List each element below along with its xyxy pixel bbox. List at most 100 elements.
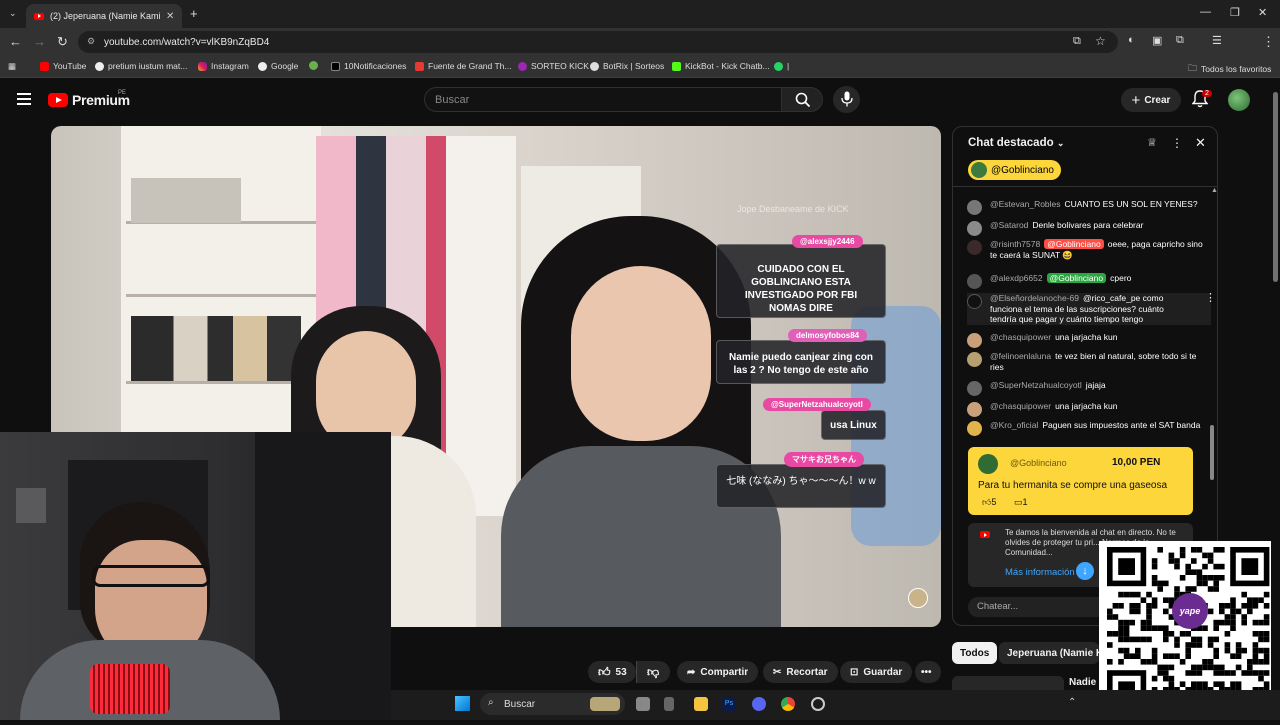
chat-menu-icon[interactable]: ⋮ bbox=[1171, 136, 1183, 150]
bubble-user-tag: @alexsjjy2446 bbox=[792, 235, 863, 248]
chat-message[interactable]: @Kro_oficial Paguen sus impuestos ante el… bbox=[967, 420, 1211, 436]
chat-message-hovered[interactable]: @Elseñordelanoche-69 @rico_cafe_pe como f… bbox=[967, 293, 1216, 325]
extension-2-icon[interactable]: ▣ bbox=[1152, 34, 1162, 47]
bookmark-fuente[interactable]: Fuente de Grand Th... bbox=[415, 61, 511, 71]
crown-icon[interactable]: ♕ bbox=[1147, 136, 1157, 149]
close-tab-icon[interactable]: ✕ bbox=[166, 11, 174, 22]
page-scrollbar[interactable] bbox=[1271, 82, 1280, 690]
chat-message[interactable]: @SuperNetzahualcoyotl jajaja bbox=[967, 380, 1211, 396]
glasses bbox=[92, 565, 210, 587]
bookmark-kickbot[interactable]: KickBot - Kick Chatb... bbox=[672, 61, 770, 71]
search-button[interactable] bbox=[781, 87, 823, 112]
new-tab-icon[interactable]: + bbox=[190, 6, 198, 21]
share-button[interactable]: ➦ Compartir bbox=[677, 661, 759, 683]
share-icon: ➦ bbox=[687, 666, 696, 678]
chat-message[interactable]: @risinth7578 @Goblinciano oeee, paga capri… bbox=[967, 239, 1211, 260]
chat-mode-dropdown[interactable]: Chat destacado ⌄ bbox=[968, 137, 1064, 149]
channel-watermark-icon[interactable] bbox=[908, 588, 928, 608]
dislike-button[interactable]: 👎︎ bbox=[636, 661, 670, 683]
like-button[interactable]: 👍︎ 53 bbox=[588, 661, 636, 683]
forward-icon[interactable]: → bbox=[33, 34, 46, 49]
related-title[interactable]: Nadie bbox=[1069, 677, 1096, 688]
restore-icon[interactable]: ❐ bbox=[1230, 6, 1240, 19]
bookmark-google[interactable]: Google bbox=[258, 61, 298, 71]
back-icon[interactable]: ← bbox=[9, 34, 22, 49]
bookmark-x[interactable]: 10Notificaciones bbox=[331, 61, 406, 71]
extensions-puzzle-icon[interactable]: ⧉ bbox=[1176, 34, 1184, 47]
windows-start-icon[interactable] bbox=[455, 696, 470, 711]
extension-icon[interactable]: ◐ bbox=[1128, 34, 1135, 46]
browser-menu-icon[interactable]: ⋮ bbox=[1262, 34, 1275, 50]
youtube-premium-logo[interactable]: Premium PE bbox=[48, 90, 130, 108]
close-window-icon[interactable]: ✕ bbox=[1258, 6, 1267, 19]
chat-message[interactable]: @alexdp6652 @Goblinciano cpero bbox=[967, 273, 1211, 289]
app-icon[interactable] bbox=[811, 697, 825, 711]
chat-scrollbar[interactable] bbox=[1210, 425, 1214, 480]
super-chat-card[interactable]: @Goblinciano 10,00 PEN Para tu hermanita… bbox=[968, 447, 1193, 515]
discord-icon[interactable] bbox=[752, 697, 766, 711]
folder-icon: 🗀 bbox=[1188, 63, 1198, 73]
chrome-icon[interactable] bbox=[781, 697, 795, 711]
bookmark-pretium[interactable]: pretium iustum mat... bbox=[95, 61, 187, 71]
message-menu-icon[interactable]: ⋮ bbox=[1205, 293, 1216, 304]
apps-grid-icon[interactable]: ▦ bbox=[8, 61, 16, 72]
bookmark-whatsapp[interactable]: | bbox=[774, 61, 789, 71]
related-thumbnail[interactable] bbox=[952, 676, 1064, 690]
install-app-icon[interactable]: ⧉ bbox=[1073, 35, 1081, 48]
scroll-down-icon[interactable]: ↓ bbox=[1076, 562, 1094, 580]
bookmark-instagram[interactable]: Instagram bbox=[198, 61, 249, 71]
chat-message[interactable]: @felinoenlaluna te vez bien al natural, s… bbox=[967, 351, 1211, 372]
bookmark-youtube[interactable]: YouTube bbox=[40, 61, 86, 71]
super-chat-replies[interactable]: ▭1 bbox=[1014, 497, 1028, 508]
instagram-icon bbox=[198, 61, 207, 71]
filter-all-chip[interactable]: Todos bbox=[952, 642, 998, 664]
clip-button[interactable]: ✂ Recortar bbox=[763, 661, 838, 683]
filter-channel-chip[interactable]: Jeperuana (Namie Ka bbox=[999, 642, 1099, 664]
more-actions-button[interactable]: ••• bbox=[915, 661, 941, 683]
create-button[interactable]: + Crear bbox=[1121, 88, 1181, 112]
browser-title-bar: ⌄ (2) Jeperuana (Namie Kamitani) ✕ + — ❐… bbox=[0, 0, 1280, 28]
system-tray-chevron-icon[interactable]: ⌃ bbox=[1068, 697, 1076, 708]
page-scrollbar-thumb[interactable] bbox=[1273, 92, 1278, 282]
url-field[interactable]: ⚙ youtube.com/watch?v=vlKB9nZqBD4 ⧉ ☆ bbox=[78, 31, 1118, 53]
chat-header: Chat destacado ⌄ ♕ ⋮ ✕ @Goblinciano bbox=[953, 127, 1217, 187]
chat-message[interactable]: @Satarod Denle bolivares para celebrar bbox=[967, 220, 1211, 236]
tab-search-icon[interactable]: ☰ bbox=[1212, 34, 1222, 47]
chat-message[interactable]: @chasquipower una jarjacha kun bbox=[967, 401, 1211, 417]
more-info-link[interactable]: Más información bbox=[1005, 567, 1075, 578]
scroll-up-icon[interactable]: ▲ bbox=[1211, 187, 1217, 194]
reload-icon[interactable]: ↻ bbox=[57, 34, 68, 50]
tab-list-chevron-icon[interactable]: ⌄ bbox=[9, 8, 17, 19]
bookmark-sorteo-kick[interactable]: SORTEO KICK bbox=[518, 61, 589, 71]
pinned-user-chip[interactable]: @Goblinciano bbox=[968, 160, 1061, 180]
chat-message[interactable]: @chasquipower una jarjacha kun bbox=[967, 332, 1211, 348]
all-bookmarks[interactable]: 🗀 Todos los favoritos bbox=[1188, 61, 1271, 77]
save-button[interactable]: ⊡ Guardar bbox=[840, 661, 913, 683]
avatar bbox=[967, 294, 982, 309]
overlay-chat-bubble: Namie puedo canjear zing con las 2 ? No … bbox=[716, 340, 886, 384]
super-chat-user: @Goblinciano bbox=[1010, 458, 1067, 468]
chat-message[interactable]: @Estevan_Robles CUANTO ES UN SOL EN YENES… bbox=[967, 199, 1211, 215]
avatar bbox=[978, 454, 998, 474]
task-view-icon[interactable] bbox=[636, 697, 650, 711]
account-avatar[interactable] bbox=[1228, 89, 1250, 111]
menu-hamburger-icon[interactable] bbox=[17, 93, 31, 95]
url-text: youtube.com/watch?v=vlKB9nZqBD4 bbox=[104, 36, 270, 48]
overlay-watermark: Jope Desbaneame de KICK bbox=[737, 204, 849, 214]
super-chat-likes[interactable]: 👍︎5 bbox=[982, 497, 996, 508]
file-explorer-icon[interactable] bbox=[694, 697, 708, 711]
photoshop-icon[interactable]: Ps bbox=[722, 697, 736, 711]
close-chat-icon[interactable]: ✕ bbox=[1195, 135, 1206, 151]
minimize-icon[interactable]: — bbox=[1200, 6, 1211, 18]
search-input[interactable]: Buscar bbox=[424, 87, 782, 112]
taskbar-search[interactable]: ⌕ Buscar bbox=[480, 693, 625, 715]
browser-tab-active[interactable]: (2) Jeperuana (Namie Kamitani) ✕ bbox=[26, 4, 182, 28]
site-info-icon[interactable]: ⚙ bbox=[87, 36, 95, 47]
chevron-down-icon: ⌄ bbox=[1056, 138, 1065, 148]
bookmark-star-icon[interactable]: ☆ bbox=[1095, 34, 1106, 48]
voice-search-button[interactable] bbox=[833, 86, 860, 113]
bookmark-botrix[interactable]: BotRix | Sorteos bbox=[590, 61, 664, 71]
plus-icon: + bbox=[1131, 91, 1141, 109]
app-icon[interactable] bbox=[664, 697, 674, 711]
bookmark-extra[interactable] bbox=[309, 61, 318, 70]
